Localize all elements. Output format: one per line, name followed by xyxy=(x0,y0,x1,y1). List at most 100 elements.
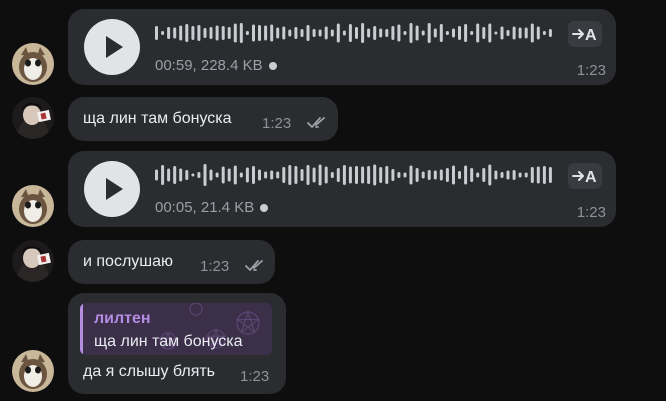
voice-duration-size: 00:05, 21.4 KB xyxy=(155,199,255,216)
waveform-bar xyxy=(330,172,334,178)
waveform-bar xyxy=(288,29,292,37)
voice-meta: 00:59, 228.4 KB xyxy=(155,57,277,74)
waveform-bar xyxy=(227,27,231,39)
waveform-bar xyxy=(312,29,316,37)
person-avatar-image xyxy=(12,97,54,139)
waveform-bar xyxy=(155,26,158,40)
text-message-bubble[interactable]: ща лин там бонуска 1:23 xyxy=(68,97,338,141)
play-button[interactable] xyxy=(84,161,140,217)
waveform-bar xyxy=(179,25,183,41)
quote-author: лилтен xyxy=(94,310,151,327)
waveform-bar xyxy=(506,170,510,180)
waveform-bar xyxy=(536,166,540,184)
waveform-bar xyxy=(415,168,419,182)
waveform-bar xyxy=(167,27,171,39)
message-text: да я слышу блять xyxy=(83,363,216,380)
waveform-bar xyxy=(427,170,431,180)
waveform-bar xyxy=(282,26,286,40)
waveform-bar xyxy=(312,167,316,183)
play-button[interactable] xyxy=(84,19,140,75)
waveform-bar xyxy=(221,166,225,184)
waveform-bar xyxy=(397,172,401,178)
waveform-bar xyxy=(464,24,468,42)
reply-message-bubble[interactable]: лилтен ща лин там бонуска да я слышу бля… xyxy=(68,293,286,394)
voice-message-bubble[interactable]: 00:05, 21.4 KB A 1:23 xyxy=(68,151,616,227)
waveform-bar xyxy=(409,165,413,185)
waveform-bar xyxy=(482,27,486,39)
waveform-bar xyxy=(445,31,449,35)
waveform-bar xyxy=(233,23,237,43)
text-message-bubble[interactable]: и послушаю 1:23 xyxy=(68,240,275,284)
voice-message-bubble[interactable]: 00:59, 228.4 KB A 1:23 xyxy=(68,9,616,85)
message-time: 1:23 xyxy=(576,204,606,221)
message-text: ща лин там бонуска xyxy=(83,110,232,127)
waveform-bar xyxy=(445,168,449,182)
waveform-bar xyxy=(185,170,189,180)
double-check-icon xyxy=(245,260,263,271)
waveform-bar xyxy=(379,28,383,38)
waveform-bar xyxy=(433,170,437,180)
waveform-bar xyxy=(421,171,425,179)
waveform-bar xyxy=(264,171,268,179)
waveform-bar xyxy=(488,164,492,186)
audio-waveform[interactable] xyxy=(155,163,555,187)
waveform-bar xyxy=(415,25,419,41)
sender-avatar[interactable] xyxy=(12,43,54,85)
waveform-bar xyxy=(167,168,171,182)
waveform-bar xyxy=(361,23,365,43)
waveform-bar xyxy=(300,29,304,37)
waveform-bar xyxy=(530,167,534,183)
sender-avatar[interactable] xyxy=(12,185,54,227)
waveform-bar xyxy=(452,28,455,38)
quoted-message[interactable]: лилтен ща лин там бонуска xyxy=(80,303,272,355)
waveform-bar xyxy=(197,172,201,178)
audio-waveform[interactable] xyxy=(155,21,555,45)
waveform-bar xyxy=(476,23,480,43)
waveform-bar xyxy=(233,165,237,185)
waveform-bar xyxy=(342,30,346,36)
cat-avatar-image xyxy=(12,185,54,227)
waveform-bar xyxy=(227,168,231,182)
waveform-bar xyxy=(518,172,522,178)
message-row-text-2: и послушаю 1:23 xyxy=(0,235,666,290)
waveform-bar xyxy=(355,27,358,39)
waveform-bar xyxy=(185,24,189,42)
waveform-bar xyxy=(476,172,480,178)
transcribe-button[interactable]: A xyxy=(568,21,602,47)
waveform-bar xyxy=(282,167,286,183)
waveform-bar xyxy=(385,29,389,37)
waveform-bar xyxy=(318,164,322,186)
waveform-bar xyxy=(336,23,340,43)
sender-avatar[interactable] xyxy=(12,240,54,282)
waveform-bar xyxy=(488,23,492,43)
message-row-reply: лилтен ща лин там бонуска да я слышу бля… xyxy=(0,290,666,401)
waveform-bar xyxy=(548,167,552,183)
quote-accent-bar xyxy=(80,303,83,355)
waveform-bar xyxy=(155,169,158,181)
waveform-bar xyxy=(239,23,243,43)
waveform-bar xyxy=(270,24,274,42)
waveform-bar xyxy=(458,171,461,179)
waveform-bar xyxy=(239,172,243,178)
waveform-bar xyxy=(470,168,474,182)
waveform-bar xyxy=(524,172,528,178)
waveform-bar xyxy=(221,26,225,40)
waveform-bar xyxy=(379,167,383,183)
waveform-bar xyxy=(464,165,468,185)
waveform-bar xyxy=(397,24,401,42)
waveform-bar xyxy=(482,168,486,182)
waveform-bar xyxy=(161,165,165,185)
waveform-bar xyxy=(355,166,358,184)
waveform-bar xyxy=(494,31,498,35)
sender-avatar[interactable] xyxy=(12,350,54,392)
unplayed-dot-icon xyxy=(260,203,269,212)
waveform-bar xyxy=(209,27,213,39)
cat-avatar-image xyxy=(12,350,54,392)
transcribe-button[interactable]: A xyxy=(568,163,602,189)
message-time: 1:23 xyxy=(576,62,606,79)
sender-avatar[interactable] xyxy=(12,97,54,139)
waveform-bar xyxy=(391,26,395,40)
quote-text: ща лин там бонуска xyxy=(94,333,243,350)
waveform-bar xyxy=(245,167,249,183)
waveform-bar xyxy=(524,27,528,39)
